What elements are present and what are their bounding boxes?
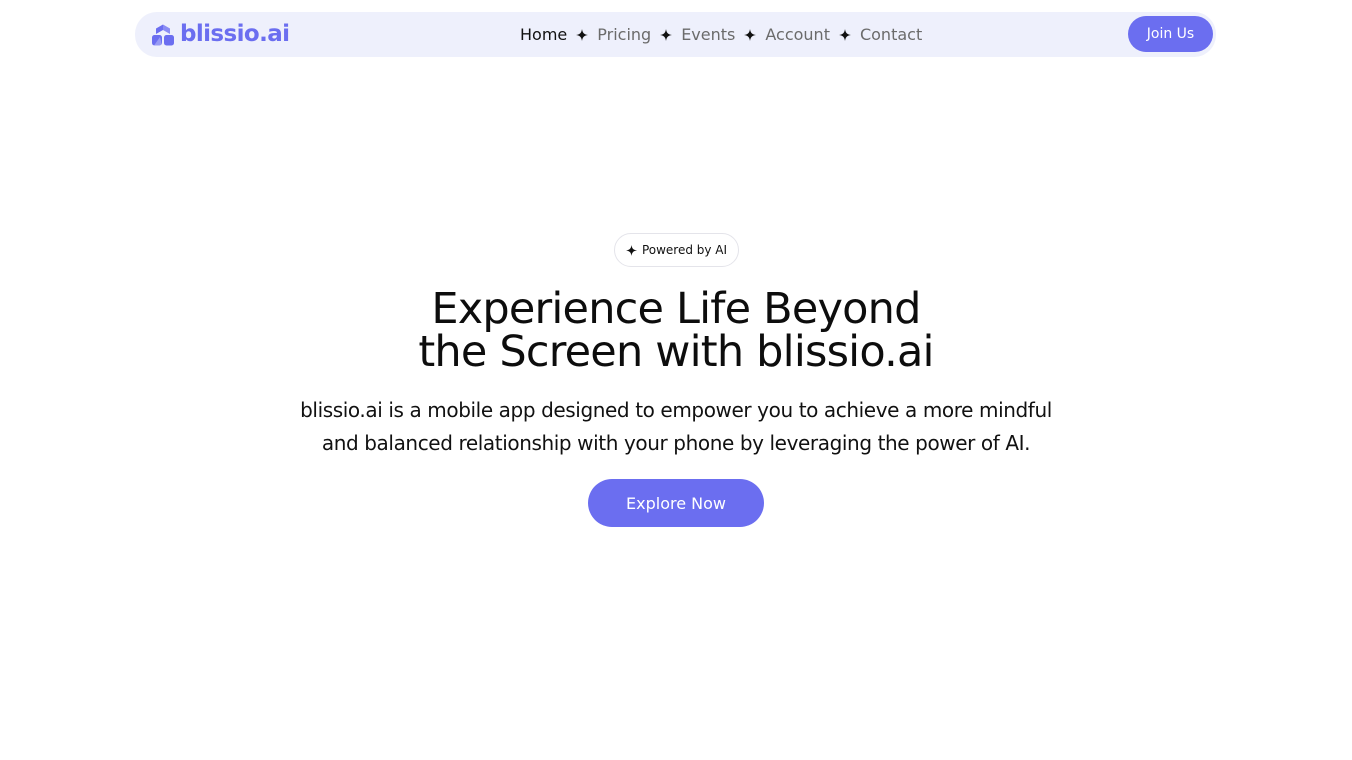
main-nav: Home Pricing Events Account Contact bbox=[520, 12, 922, 57]
brand-logo-link[interactable]: blissio.ai bbox=[151, 21, 290, 48]
sparkle-icon bbox=[744, 28, 757, 41]
headline-line-2: the Screen with blissio.ai bbox=[418, 327, 934, 377]
explore-now-button[interactable]: Explore Now bbox=[588, 479, 764, 527]
sparkle-icon bbox=[625, 244, 637, 256]
sparkle-icon bbox=[576, 28, 589, 41]
nav-item-home[interactable]: Home bbox=[520, 12, 567, 57]
nav-item-pricing[interactable]: Pricing bbox=[597, 12, 651, 57]
sparkle-icon bbox=[838, 28, 851, 41]
description-line-2: and balanced relationship with your phon… bbox=[321, 431, 1031, 455]
join-us-button[interactable]: Join Us bbox=[1128, 16, 1213, 52]
nav-item-contact[interactable]: Contact bbox=[860, 12, 922, 57]
hero-description: blissio.ai is a mobile app designed to e… bbox=[226, 394, 1126, 460]
top-navbar: blissio.ai Home Pricing Events Account C… bbox=[135, 12, 1216, 57]
nav-item-events[interactable]: Events bbox=[681, 12, 735, 57]
description-line-1: blissio.ai is a mobile app designed to e… bbox=[300, 398, 1052, 422]
sparkle-icon bbox=[660, 28, 673, 41]
powered-by-ai-badge: Powered by AI bbox=[614, 233, 739, 267]
nav-item-account[interactable]: Account bbox=[765, 12, 830, 57]
hero-headline: Experience Life Beyond the Screen with b… bbox=[276, 288, 1076, 374]
badge-label: Powered by AI bbox=[641, 243, 728, 257]
blissio-logo-icon bbox=[152, 24, 174, 45]
brand-name: blissio.ai bbox=[180, 21, 290, 47]
